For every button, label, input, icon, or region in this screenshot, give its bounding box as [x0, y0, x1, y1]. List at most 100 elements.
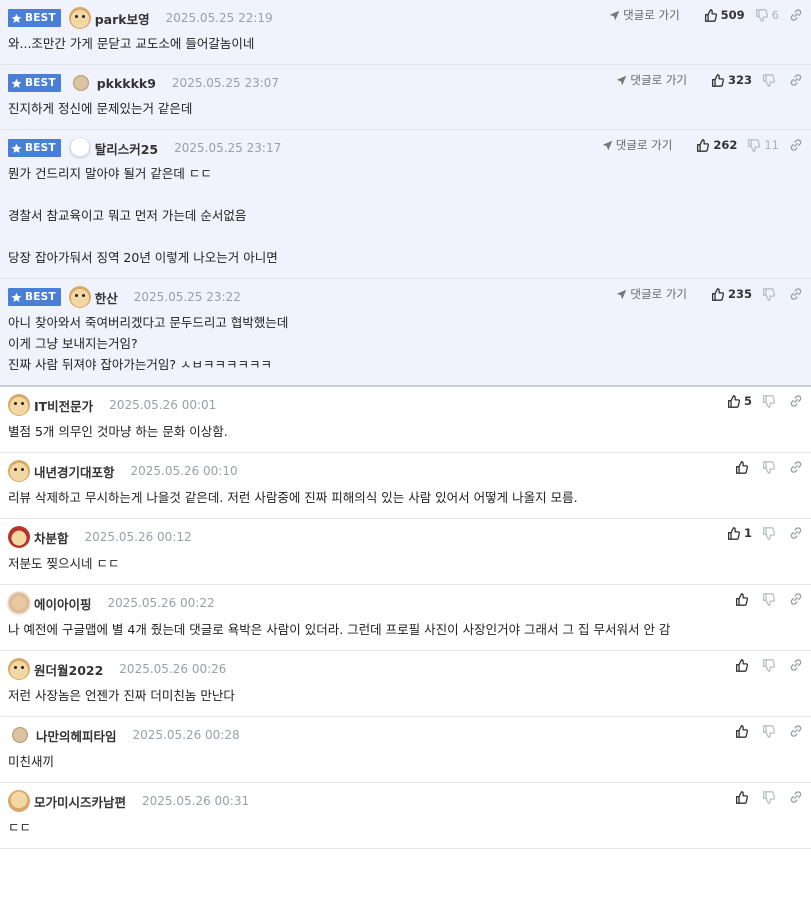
comment-date: 2025.05.26 00:28 [132, 728, 240, 742]
copy-link-button[interactable] [789, 526, 803, 540]
like-button[interactable] [735, 460, 752, 474]
author-nickname[interactable]: pkkkkk9 [97, 76, 156, 91]
dislike-button[interactable] [762, 394, 779, 408]
link-icon [789, 394, 803, 408]
like-button[interactable]: 262 [696, 138, 737, 152]
goto-comment-label: 댓글로 가기 [615, 138, 673, 152]
copy-link-button[interactable] [789, 394, 803, 408]
dislike-button[interactable] [762, 460, 779, 474]
dislike-button[interactable] [762, 592, 779, 606]
comment-date: 2025.05.25 22:19 [165, 11, 273, 25]
polar-bear-avatar[interactable] [68, 137, 91, 159]
like-count: 1 [743, 526, 752, 540]
puppy-avatar[interactable] [8, 460, 30, 482]
dislike-button[interactable] [762, 790, 779, 804]
author-nickname[interactable]: 원더월2022 [34, 660, 103, 679]
copy-link-button[interactable] [789, 73, 803, 87]
author-nickname[interactable]: 탈리스커25 [95, 139, 158, 158]
copy-link-button[interactable] [789, 790, 803, 804]
puppy-avatar[interactable] [68, 7, 91, 29]
like-count: 509 [720, 8, 745, 22]
dislike-button[interactable] [762, 73, 779, 87]
goto-comment-button[interactable]: 댓글로 가기 [609, 7, 680, 23]
dislike-button[interactable] [762, 287, 779, 301]
thumbs-down-icon [762, 724, 775, 738]
thumbs-down-icon [762, 394, 775, 408]
like-button[interactable] [735, 790, 752, 804]
link-icon [789, 790, 803, 804]
copy-link-button[interactable] [789, 138, 803, 152]
like-button[interactable]: 5 [727, 394, 752, 408]
like-button[interactable] [735, 724, 752, 738]
goto-comment-label: 댓글로 가기 [623, 8, 680, 22]
like-button[interactable] [735, 592, 752, 606]
dislike-button[interactable]: 6 [755, 8, 779, 22]
comment-date: 2025.05.26 00:12 [84, 530, 192, 544]
comment-list: BEST park보영 2025.05.25 22:19 댓글로 가기 509 6 와...… [0, 0, 811, 849]
copy-link-button[interactable] [789, 460, 803, 474]
author-nickname[interactable]: 차분함 [34, 528, 69, 547]
best-label: BEST [25, 77, 56, 89]
author-nickname[interactable]: IT비전문가 [34, 396, 93, 415]
author-nickname[interactable]: 모가미시즈카남편 [34, 792, 126, 811]
comment-date: 2025.05.26 00:01 [109, 398, 217, 412]
thumbs-up-icon [735, 790, 748, 804]
author-nickname[interactable]: park보영 [95, 9, 150, 28]
comment: 차분함 2025.05.26 00:12 1 저분도 찢으시네 ㄷㄷ [0, 519, 811, 585]
bear-avatar[interactable] [72, 75, 89, 91]
star-icon [11, 13, 22, 24]
like-count: 323 [727, 73, 752, 87]
like-button[interactable] [735, 658, 752, 672]
link-icon [789, 138, 803, 152]
puppy-tie-avatar[interactable] [8, 790, 30, 812]
star-icon [11, 78, 22, 89]
best-badge: BEST [8, 288, 61, 306]
goto-comment-button[interactable]: 댓글로 가기 [602, 137, 673, 153]
author-nickname[interactable]: 나만의헤피타임 [36, 726, 117, 745]
comment-actions [725, 592, 803, 606]
thumbs-up-icon [735, 658, 748, 672]
author-nickname[interactable]: 에이아이핑 [34, 594, 92, 613]
like-button[interactable]: 509 [704, 8, 745, 22]
dislike-button[interactable] [762, 658, 779, 672]
comment-actions: 댓글로 가기 509 6 [609, 7, 803, 23]
comment-header: 원더월2022 2025.05.26 00:26 [8, 658, 803, 680]
comment: IT비전문가 2025.05.26 00:01 5 별점 5개 의무인 것마냥 하는 … [0, 387, 811, 453]
like-button[interactable]: 235 [711, 287, 752, 301]
dislike-button[interactable] [762, 526, 779, 540]
puppy-avatar[interactable] [68, 286, 91, 308]
comment-actions: 댓글로 가기 235 [616, 286, 803, 302]
copy-link-button[interactable] [789, 592, 803, 606]
thumbs-up-icon [696, 138, 710, 152]
comment-header: 모가미시즈카남편 2025.05.26 00:31 [8, 790, 803, 812]
goto-comment-label: 댓글로 가기 [630, 73, 687, 87]
like-button[interactable]: 323 [711, 73, 752, 87]
star-icon [11, 143, 22, 154]
comment: 원더월2022 2025.05.26 00:26 저런 사장놈은 언젠가 진짜 더미… [0, 651, 811, 717]
send-arrow-icon [616, 289, 627, 300]
thumbs-up-icon [704, 8, 717, 22]
dislike-button[interactable] [762, 724, 779, 738]
copy-link-button[interactable] [789, 8, 803, 22]
puppy-avatar[interactable] [8, 394, 30, 416]
thumbs-up-icon [711, 73, 724, 87]
goto-comment-button[interactable]: 댓글로 가기 [616, 72, 687, 88]
goto-comment-button[interactable]: 댓글로 가기 [616, 286, 687, 302]
link-icon [789, 592, 803, 606]
link-icon [789, 73, 803, 87]
dislike-button[interactable]: 11 [747, 138, 779, 152]
author-nickname[interactable]: 내년경기대포항 [34, 462, 115, 481]
comment-actions: 5 [717, 394, 803, 408]
comment: 나만의헤피타임 2025.05.26 00:28 미친새끼 [0, 717, 811, 783]
comment-text: 저런 사장놈은 언젠가 진짜 더미친놈 만난다 [8, 688, 235, 703]
bear-avatar[interactable] [12, 727, 28, 743]
blurred-avatar[interactable] [8, 592, 30, 614]
like-button[interactable]: 1 [727, 526, 752, 540]
red-hood-avatar[interactable] [8, 526, 30, 548]
author-nickname[interactable]: 한산 [95, 288, 118, 307]
copy-link-button[interactable] [789, 287, 803, 301]
copy-link-button[interactable] [789, 724, 803, 738]
copy-link-button[interactable] [789, 658, 803, 672]
dislike-count: 6 [771, 8, 779, 22]
puppy-avatar[interactable] [8, 658, 30, 680]
